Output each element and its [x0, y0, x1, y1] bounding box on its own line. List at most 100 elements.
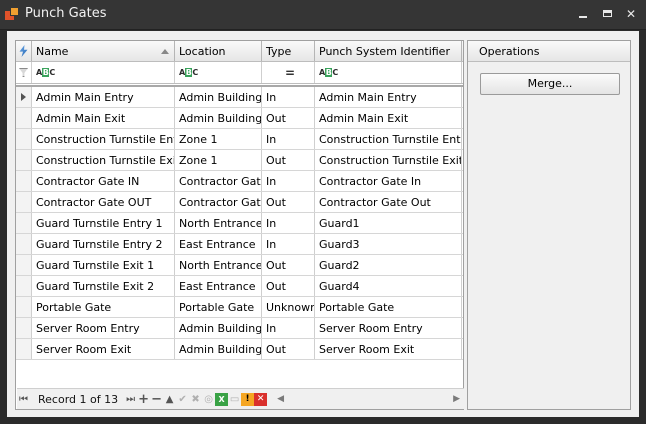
row-indicator[interactable] — [16, 234, 32, 254]
table-row[interactable]: Admin Main Entry Admin Building In Admin Ma… — [16, 87, 463, 108]
cell-name[interactable]: Construction Turnstile Entry — [32, 129, 175, 149]
first-record-button[interactable]: ⏮ — [17, 393, 30, 406]
filter-row-button[interactable] — [16, 62, 32, 83]
cell-punch-system-identifier[interactable]: Admin Main Exit — [315, 108, 462, 128]
table-row[interactable]: Contractor Gate IN Contractor Gate In Contr… — [16, 171, 463, 192]
table-row[interactable]: Guard Turnstile Entry 1 North Entrance In G… — [16, 213, 463, 234]
cell-name[interactable]: Guard Turnstile Entry 1 — [32, 213, 175, 233]
filter-type[interactable]: = — [262, 62, 315, 83]
row-indicator[interactable] — [16, 129, 32, 149]
cell-type[interactable]: In — [262, 129, 315, 149]
cell-punch-system-identifier[interactable]: Construction Turnstile Exit — [315, 150, 462, 170]
merge-button[interactable]: Merge... — [480, 73, 620, 95]
table-row[interactable]: Guard Turnstile Exit 1 North Entrance Out G… — [16, 255, 463, 276]
row-indicator[interactable] — [16, 297, 32, 317]
table-row[interactable]: Server Room Exit Admin Building Out Server … — [16, 339, 463, 360]
cell-type[interactable]: In — [262, 318, 315, 338]
filter-punch-system-identifier[interactable]: ABC — [315, 62, 462, 83]
cell-name[interactable]: Server Room Exit — [32, 339, 175, 359]
cell-type[interactable]: In — [262, 87, 315, 107]
cell-type[interactable]: Out — [262, 339, 315, 359]
cell-punch-system-identifier[interactable]: Guard4 — [315, 276, 462, 296]
cell-name[interactable]: Portable Gate — [32, 297, 175, 317]
cell-type[interactable]: Out — [262, 108, 315, 128]
cell-name[interactable]: Contractor Gate OUT — [32, 192, 175, 212]
row-indicator[interactable] — [16, 213, 32, 233]
row-indicator[interactable] — [16, 87, 32, 107]
column-header-punch-system-identifier[interactable]: Punch System Identifier — [315, 41, 462, 61]
cancel-edit-button[interactable]: ✖ — [189, 393, 202, 406]
cell-punch-system-identifier[interactable]: Guard2 — [315, 255, 462, 275]
table-row[interactable]: Guard Turnstile Exit 2 East Entrance Out Gu… — [16, 276, 463, 297]
cell-punch-system-identifier[interactable]: Portable Gate — [315, 297, 462, 317]
cell-location[interactable]: Admin Building — [175, 318, 262, 338]
row-indicator[interactable] — [16, 339, 32, 359]
horizontal-scrollbar[interactable]: ◀ ▶ — [273, 392, 464, 407]
cell-name[interactable]: Server Room Entry — [32, 318, 175, 338]
cell-punch-system-identifier[interactable]: Admin Main Entry — [315, 87, 462, 107]
cell-name[interactable]: Guard Turnstile Exit 1 — [32, 255, 175, 275]
cell-punch-system-identifier[interactable]: Contractor Gate In — [315, 171, 462, 191]
cell-location[interactable]: North Entrance — [175, 213, 262, 233]
row-indicator[interactable] — [16, 255, 32, 275]
delete-record-button[interactable]: − — [150, 392, 163, 407]
maximize-button[interactable] — [599, 6, 615, 22]
warning-icon[interactable]: ! — [241, 392, 255, 406]
cell-location[interactable]: Zone 1 — [175, 150, 262, 170]
row-indicator[interactable] — [16, 192, 32, 212]
cell-name[interactable]: Contractor Gate IN — [32, 171, 175, 191]
remove-icon[interactable]: ✕ — [254, 392, 268, 406]
cell-type[interactable]: In — [262, 171, 315, 191]
row-indicator[interactable] — [16, 171, 32, 191]
cell-type[interactable]: In — [262, 234, 315, 254]
column-header-location[interactable]: Location — [175, 41, 262, 61]
table-row[interactable]: Construction Turnstile Entry Zone 1 In Cons… — [16, 129, 463, 150]
row-indicator[interactable] — [16, 108, 32, 128]
row-options-button[interactable] — [16, 41, 32, 61]
column-header-type[interactable]: Type — [262, 41, 315, 61]
cell-location[interactable]: Admin Building — [175, 87, 262, 107]
cell-name[interactable]: Construction Turnstile Exit — [32, 150, 175, 170]
cell-location[interactable]: Zone 1 — [175, 129, 262, 149]
cell-punch-system-identifier[interactable]: Server Room Exit — [315, 339, 462, 359]
cell-name[interactable]: Guard Turnstile Entry 2 — [32, 234, 175, 254]
edit-record-button[interactable]: ▲ — [163, 393, 176, 406]
cell-location[interactable]: East Entrance — [175, 234, 262, 254]
cell-type[interactable]: Out — [262, 276, 315, 296]
row-indicator[interactable] — [16, 318, 32, 338]
cell-name[interactable]: Admin Main Exit — [32, 108, 175, 128]
cell-punch-system-identifier[interactable]: Guard1 — [315, 213, 462, 233]
cell-location[interactable]: Contractor Gate — [175, 171, 262, 191]
column-header-name[interactable]: Name — [32, 41, 175, 61]
cell-punch-system-identifier[interactable]: Contractor Gate Out — [315, 192, 462, 212]
scroll-right-icon[interactable]: ▶ — [453, 394, 460, 404]
cell-punch-system-identifier[interactable]: Construction Turnstile Entry — [315, 129, 462, 149]
cell-type[interactable]: Out — [262, 255, 315, 275]
cell-type[interactable]: Out — [262, 192, 315, 212]
cell-location[interactable]: Contractor Gate — [175, 192, 262, 212]
minimize-button[interactable] — [575, 6, 591, 22]
scroll-left-icon[interactable]: ◀ — [277, 394, 284, 404]
cell-type[interactable]: Out — [262, 150, 315, 170]
copy-icon[interactable]: ▭ — [228, 393, 241, 406]
cell-location[interactable]: North Entrance — [175, 255, 262, 275]
save-record-button[interactable]: ✔ — [176, 393, 189, 406]
table-row[interactable]: Construction Turnstile Exit Zone 1 Out Cons… — [16, 150, 463, 171]
cell-punch-system-identifier[interactable]: Guard3 — [315, 234, 462, 254]
cell-type[interactable]: Unknown — [262, 297, 315, 317]
cell-punch-system-identifier[interactable]: Server Room Entry — [315, 318, 462, 338]
filter-location[interactable]: ABC — [175, 62, 262, 83]
table-row[interactable]: Portable Gate Portable Gate Unknown Portabl… — [16, 297, 463, 318]
filter-name[interactable]: ABC — [32, 62, 175, 83]
cell-location[interactable]: Portable Gate — [175, 297, 262, 317]
cell-location[interactable]: Admin Building — [175, 108, 262, 128]
cell-name[interactable]: Guard Turnstile Exit 2 — [32, 276, 175, 296]
add-record-button[interactable]: + — [137, 392, 150, 407]
export-excel-icon[interactable]: X — [215, 392, 229, 406]
close-button[interactable]: ✕ — [623, 6, 639, 22]
table-row[interactable]: Contractor Gate OUT Contractor Gate Out Con… — [16, 192, 463, 213]
row-indicator[interactable] — [16, 150, 32, 170]
cell-type[interactable]: In — [262, 213, 315, 233]
view-icon[interactable]: ◎ — [202, 393, 215, 406]
table-row[interactable]: Guard Turnstile Entry 2 East Entrance In Gu… — [16, 234, 463, 255]
